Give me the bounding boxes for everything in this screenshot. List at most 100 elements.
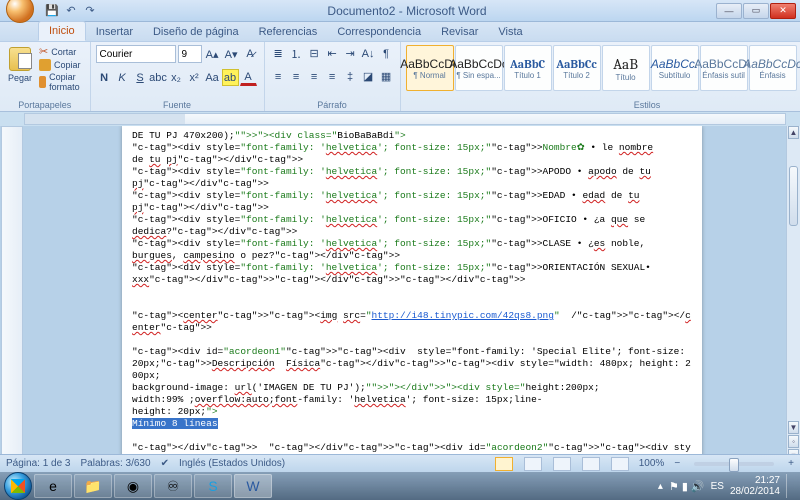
windows-logo-icon bbox=[11, 479, 25, 493]
close-button[interactable]: ✕ bbox=[770, 3, 796, 19]
tray-language[interactable]: ES bbox=[711, 481, 724, 492]
style-item-4[interactable]: AaBTítulo bbox=[602, 45, 650, 91]
style-item-5[interactable]: AaBbCc.Subtítulo bbox=[651, 45, 699, 91]
brush-icon bbox=[39, 76, 46, 88]
status-page[interactable]: Página: 1 de 3 bbox=[6, 458, 71, 469]
indent-inc-button[interactable]: ⇥ bbox=[342, 45, 359, 62]
taskbar-chrome[interactable]: ◉ bbox=[114, 474, 152, 498]
format-painter-button[interactable]: Copiar formato bbox=[39, 72, 85, 92]
tray-network-icon[interactable]: ▮ bbox=[682, 480, 688, 493]
scroll-up-button[interactable]: ▲ bbox=[788, 126, 799, 139]
grow-font-icon[interactable]: A▴ bbox=[204, 46, 221, 63]
view-draft-button[interactable] bbox=[611, 457, 629, 471]
align-center-button[interactable]: ≡ bbox=[288, 68, 305, 85]
qat-undo-icon[interactable]: ↶ bbox=[63, 3, 79, 19]
subscript-button[interactable]: x₂ bbox=[168, 69, 185, 86]
bold-button[interactable]: N bbox=[96, 69, 113, 86]
tab-correspondencia[interactable]: Correspondencia bbox=[327, 23, 431, 41]
zoom-in-button[interactable]: + bbox=[788, 458, 794, 469]
tab-revisar[interactable]: Revisar bbox=[431, 23, 488, 41]
ruler-horizontal[interactable] bbox=[24, 113, 786, 125]
status-proof-icon[interactable]: ✔ bbox=[161, 458, 169, 469]
taskbar-skype[interactable]: S bbox=[194, 474, 232, 498]
style-item-1[interactable]: AaBbCcDc¶ Sin espa... bbox=[455, 45, 503, 91]
shading-button[interactable]: ◪ bbox=[360, 68, 377, 85]
bullets-button[interactable]: ≣ bbox=[270, 45, 287, 62]
document-page[interactable]: DE TU PJ 470x200);"">>"><div class="BioB… bbox=[122, 126, 702, 462]
prev-page-button[interactable]: ◦ bbox=[788, 435, 799, 448]
strike-button[interactable]: abc bbox=[150, 69, 167, 86]
font-size-combo[interactable]: 9 bbox=[178, 45, 202, 63]
taskbar-explorer[interactable]: 📁 bbox=[74, 474, 112, 498]
taskbar-ares[interactable]: ♾ bbox=[154, 474, 192, 498]
tray-clock[interactable]: 21:27 28/02/2014 bbox=[730, 475, 780, 497]
font-color-button[interactable]: A bbox=[240, 69, 257, 86]
scroll-down-button[interactable]: ▼ bbox=[788, 421, 799, 434]
underline-button[interactable]: S bbox=[132, 69, 149, 86]
cut-label: Cortar bbox=[51, 47, 76, 57]
status-words[interactable]: Palabras: 3/630 bbox=[81, 458, 151, 469]
tray-action-center-icon[interactable]: ⚑ bbox=[669, 480, 679, 493]
tab-vista[interactable]: Vista bbox=[488, 23, 532, 41]
view-outline-button[interactable] bbox=[582, 457, 600, 471]
numbering-button[interactable]: ⒈ bbox=[288, 45, 305, 62]
style-item-2[interactable]: AaBbCTítulo 1 bbox=[504, 45, 552, 91]
style-gallery[interactable]: AaBbCcDc¶ NormalAaBbCcDc¶ Sin espa...AaB… bbox=[406, 45, 797, 91]
indent-dec-button[interactable]: ⇤ bbox=[324, 45, 341, 62]
tab-inicio[interactable]: Inicio bbox=[38, 21, 86, 41]
style-item-6[interactable]: AaBbCcDcÉnfasis sutil bbox=[700, 45, 748, 91]
start-button[interactable] bbox=[4, 472, 32, 500]
justify-button[interactable]: ≡ bbox=[324, 68, 341, 85]
borders-button[interactable]: ▦ bbox=[378, 68, 395, 85]
taskbar-word[interactable]: W bbox=[234, 474, 272, 498]
italic-button[interactable]: K bbox=[114, 69, 131, 86]
zoom-slider[interactable] bbox=[694, 462, 774, 466]
office-button[interactable] bbox=[6, 0, 34, 23]
view-print-layout-button[interactable] bbox=[495, 457, 513, 471]
tray-volume-icon[interactable]: 🔊 bbox=[691, 480, 705, 493]
clear-format-icon[interactable]: A̷ bbox=[242, 46, 259, 63]
show-desktop-button[interactable] bbox=[786, 474, 792, 498]
ruler-horizontal-area bbox=[0, 112, 800, 126]
qat-save-icon[interactable]: 💾 bbox=[44, 3, 60, 19]
tray-show-hidden-icon[interactable]: ▴ bbox=[658, 481, 663, 492]
zoom-out-button[interactable]: − bbox=[674, 458, 680, 469]
ruler-vertical[interactable] bbox=[1, 126, 23, 462]
status-language[interactable]: Inglés (Estados Unidos) bbox=[179, 458, 285, 469]
view-full-screen-button[interactable] bbox=[524, 457, 542, 471]
font-name-combo[interactable]: Courier bbox=[96, 45, 176, 63]
copy-label: Copiar bbox=[54, 60, 81, 70]
show-marks-button[interactable]: ¶ bbox=[378, 45, 395, 62]
line-spacing-button[interactable]: ‡ bbox=[342, 68, 359, 85]
qat-redo-icon[interactable]: ↷ bbox=[82, 3, 98, 19]
multilevel-button[interactable]: ⊟ bbox=[306, 45, 323, 62]
scroll-thumb[interactable] bbox=[789, 166, 798, 226]
tab-diseno[interactable]: Diseño de página bbox=[143, 23, 249, 41]
ribbon: Pegar ✂Cortar Copiar Copiar formato Port… bbox=[0, 42, 800, 112]
minimize-button[interactable]: — bbox=[716, 3, 742, 19]
maximize-button[interactable]: ▭ bbox=[743, 3, 769, 19]
copy-button[interactable]: Copiar bbox=[39, 59, 85, 71]
group-paragraph: ≣ ⒈ ⊟ ⇤ ⇥ A↓ ¶ ≡ ≡ ≡ ≡ ‡ ◪ ▦ Párrafo bbox=[265, 42, 401, 111]
group-clipboard: Pegar ✂Cortar Copiar Copiar formato Port… bbox=[0, 42, 91, 111]
style-item-3[interactable]: AaBbCcTítulo 2 bbox=[553, 45, 601, 91]
view-web-layout-button[interactable] bbox=[553, 457, 571, 471]
shrink-font-icon[interactable]: A▾ bbox=[223, 46, 240, 63]
highlight-button[interactable]: ab bbox=[222, 69, 239, 86]
scrollbar-vertical[interactable]: ▲ ▼ ◦ ▾ bbox=[786, 126, 800, 462]
paste-button[interactable]: Pegar bbox=[5, 45, 35, 85]
tab-referencias[interactable]: Referencias bbox=[249, 23, 328, 41]
cut-button[interactable]: ✂Cortar bbox=[39, 45, 85, 58]
zoom-level[interactable]: 100% bbox=[639, 458, 665, 469]
align-left-button[interactable]: ≡ bbox=[270, 68, 287, 85]
document-scroll[interactable]: DE TU PJ 470x200);"">>"><div class="BioB… bbox=[24, 126, 800, 462]
taskbar-ie[interactable]: e bbox=[34, 474, 72, 498]
window-controls: — ▭ ✕ bbox=[716, 3, 796, 19]
text-effect-button[interactable]: Aa bbox=[204, 69, 221, 86]
align-right-button[interactable]: ≡ bbox=[306, 68, 323, 85]
tab-insertar[interactable]: Insertar bbox=[86, 23, 143, 41]
superscript-button[interactable]: x² bbox=[186, 69, 203, 86]
sort-button[interactable]: A↓ bbox=[360, 45, 377, 62]
style-item-7[interactable]: AaBbCcDcÉnfasis bbox=[749, 45, 797, 91]
style-item-0[interactable]: AaBbCcDc¶ Normal bbox=[406, 45, 454, 91]
